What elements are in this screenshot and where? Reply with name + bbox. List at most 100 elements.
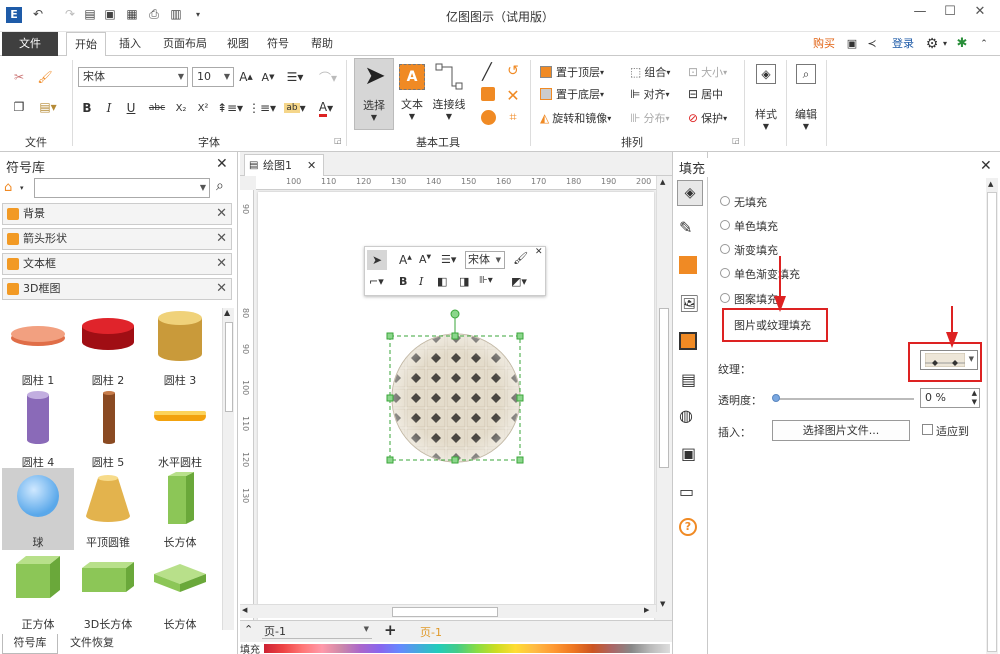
shrink-font-icon[interactable]: A▼ [419, 253, 431, 266]
close-icon[interactable]: ✕ [216, 156, 228, 172]
tab-symbol-library[interactable]: 符号库 [2, 634, 58, 654]
close-icon[interactable]: ✕ [980, 158, 992, 174]
transparency-input[interactable]: 0 % ▲ ▼ [920, 388, 980, 408]
document-tab[interactable]: ▤ 绘图1 ✕ [244, 154, 324, 176]
option-picture-texture-fill[interactable]: 图片或纹理填充 [734, 317, 811, 333]
color-swatches[interactable] [264, 644, 670, 653]
option-no-fill[interactable]: 无填充 [734, 194, 767, 210]
center-button[interactable]: ⊟ 居中 [688, 86, 723, 102]
tab-file-recovery[interactable]: 文件恢复 [62, 634, 122, 654]
grow-font-icon[interactable]: A▲ [238, 68, 254, 86]
bold-button[interactable]: B [399, 275, 407, 288]
shape-3d-cuboid[interactable]: 3D长方体 [72, 550, 144, 632]
pointer-icon[interactable]: ➤ [367, 250, 387, 270]
category-text-box[interactable]: 文本框 ✕ [2, 253, 232, 275]
fill-panel-scroll-thumb[interactable] [987, 192, 997, 652]
shadow-icon[interactable] [679, 256, 697, 274]
text-align-icon[interactable]: ☰▾ [284, 68, 306, 86]
shape-horizontal-cylinder[interactable]: 水平圆柱 [144, 388, 216, 470]
shape-cylinder-2[interactable]: 圆柱 2 [72, 306, 144, 388]
library-scroll-thumb[interactable] [225, 322, 233, 412]
choose-picture-button[interactable]: 选择图片文件... [772, 420, 910, 441]
shrink-font-icon[interactable]: A▼ [260, 68, 276, 86]
format-painter-icon[interactable]: 🖌 [36, 68, 54, 86]
shape-cuboid-flat[interactable]: 长方体 [144, 550, 216, 632]
send-backward-icon[interactable]: ◨ [459, 275, 469, 288]
superscript-button[interactable]: X² [194, 100, 212, 116]
connector-tool-button[interactable]: 连接线 ▼ [432, 58, 466, 130]
shape-cylinder-1[interactable]: 圆柱 1 [2, 306, 74, 388]
radio-pattern-fill[interactable] [720, 293, 730, 303]
line-style-icon[interactable]: ✎ [679, 218, 692, 237]
ellipse-tool-icon[interactable] [481, 110, 496, 125]
library-scrollbar[interactable]: ▲ [222, 308, 234, 630]
canvas-horizontal-thumb[interactable] [392, 607, 498, 617]
rotate-mirror-button[interactable]: ◭ 旋转和镜像 ▾ [540, 110, 611, 126]
settings-dropdown-icon[interactable]: ▾ [940, 32, 950, 56]
scroll-down-icon[interactable]: ▼ [660, 600, 665, 608]
protect-button[interactable]: ⊘ 保护 ▾ [688, 110, 727, 126]
text-tool-button[interactable]: A 文本 ▼ [396, 58, 430, 130]
transparency-slider[interactable] [774, 398, 914, 400]
close-icon[interactable]: ✕ [216, 204, 227, 224]
text-highlight-icon[interactable]: ab ▾ [282, 100, 308, 116]
shape-cylinder-5[interactable]: 圆柱 5 [72, 388, 144, 470]
shape-style-icon[interactable]: ◩▾ [511, 275, 527, 288]
tab-symbol[interactable]: 符号 [262, 32, 294, 56]
line-spacing-icon[interactable]: ⌒▾ [314, 68, 342, 86]
buy-link[interactable]: 购买 [808, 32, 840, 56]
spinner-icon[interactable]: ▲ ▼ [972, 389, 977, 407]
close-icon[interactable]: ✕ [216, 279, 227, 299]
shape-cube[interactable]: 正方体 [2, 550, 74, 632]
font-size-select[interactable]: 10 ▼ [192, 67, 234, 87]
close-icon[interactable]: ✕ [535, 247, 543, 257]
cut-icon[interactable]: ✂ [10, 68, 28, 86]
category-background[interactable]: 背景 ✕ [2, 203, 232, 225]
page-up-icon[interactable]: ⌃ [244, 623, 253, 636]
font-dialog-launcher-icon[interactable]: ◲ [334, 136, 342, 145]
bring-to-front-button[interactable]: 置于顶层 ▾ [540, 64, 604, 80]
tab-insert[interactable]: 插入 [112, 32, 148, 56]
format-painter-icon[interactable]: 🖌 [513, 251, 528, 265]
radio-gradient-fill[interactable] [720, 244, 730, 254]
copy-icon[interactable]: ❐ [10, 98, 28, 116]
group-button[interactable]: ⬚ 组合 ▾ [630, 64, 670, 80]
shape-cuboid[interactable]: 长方体 [144, 468, 216, 550]
arrange-dialog-launcher-icon[interactable]: ◲ [732, 136, 740, 145]
bullet-list-icon[interactable]: ⋮≡▾ [248, 100, 276, 116]
transparency-slider-thumb[interactable] [772, 394, 780, 402]
paste-icon[interactable]: ▤▾ [36, 98, 60, 116]
shape-cylinder-3[interactable]: 圆柱 3 [144, 306, 216, 388]
strikethrough-button[interactable]: abc [146, 100, 168, 116]
rectangle-tool-icon[interactable] [481, 87, 495, 101]
document-info-icon[interactable]: ▤ [681, 370, 696, 389]
grow-font-icon[interactable]: A▲ [399, 253, 412, 267]
canvas-vertical-scrollbar[interactable]: ▲ ▼ [656, 176, 670, 612]
theme-icon[interactable]: ✱ [954, 32, 970, 56]
page-tab[interactable]: 页-1 [420, 624, 442, 640]
home-icon[interactable]: ⌂ [4, 180, 12, 195]
notes-icon[interactable]: ▣ [681, 444, 696, 463]
italic-button[interactable]: I [419, 275, 423, 288]
close-icon[interactable]: ✕ [307, 155, 316, 177]
edit-button[interactable]: ⌕ 编辑 ▼ [790, 62, 822, 134]
option-solid-fill[interactable]: 单色填充 [734, 218, 778, 234]
line-tool-icon[interactable]: ╱ [478, 62, 496, 81]
size-button[interactable]: ⊡ 大小 ▾ [688, 64, 727, 80]
search-icon[interactable]: ⌕ [216, 178, 224, 194]
shape-truncated-cone[interactable]: 平顶圆锥 [72, 468, 144, 550]
page-select[interactable]: 页-1 ▼ [262, 623, 372, 639]
fit-checkbox[interactable] [922, 424, 933, 435]
canvas-horizontal-scrollbar[interactable]: ◀ ▶ [240, 604, 656, 618]
comment-icon[interactable]: ▭ [679, 482, 694, 501]
indent-icon[interactable]: ⇞≡▾ [217, 100, 243, 116]
distribute-icon[interactable]: ⊪▾ [479, 275, 493, 286]
textured-circle-shape[interactable] [386, 308, 526, 468]
share-icon[interactable]: ▣ [844, 32, 860, 56]
tab-start[interactable]: 开始 [66, 32, 106, 57]
tab-page-layout[interactable]: 页面布局 [156, 32, 214, 56]
menu-file[interactable]: 文件 [2, 32, 58, 56]
close-icon[interactable]: ✕ [216, 229, 227, 249]
text-align-icon[interactable]: ☰▾ [441, 253, 456, 266]
scroll-left-icon[interactable]: ◀ [242, 606, 247, 614]
